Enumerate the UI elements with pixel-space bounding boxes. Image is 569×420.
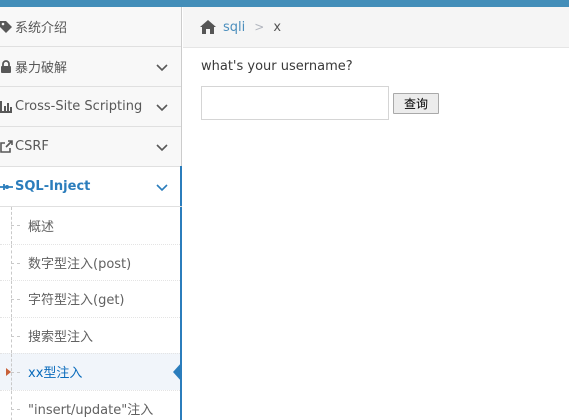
submenu-item-search[interactable]: 搜索型注入 bbox=[0, 316, 180, 354]
home-icon[interactable] bbox=[199, 19, 217, 35]
sidebar-item-sql-inject[interactable]: SQL-Inject bbox=[0, 166, 182, 207]
query-button[interactable]: 查询 bbox=[393, 93, 439, 114]
active-pointer-icon bbox=[173, 362, 182, 382]
chevron-down-icon bbox=[156, 184, 168, 192]
sidebar: 系统介绍 暴力破解 Cross-Site Scripting CSRF SQL-… bbox=[0, 7, 182, 420]
sidebar-item-intro[interactable]: 系统介绍 bbox=[0, 7, 181, 47]
sidebar-item-xss[interactable]: Cross-Site Scripting bbox=[0, 87, 181, 127]
caret-right-icon bbox=[6, 368, 11, 376]
breadcrumb: sqli > x bbox=[183, 7, 569, 48]
submenu-item-label: 搜索型注入 bbox=[28, 329, 94, 345]
breadcrumb-separator: > bbox=[254, 20, 265, 34]
lock-icon bbox=[0, 59, 13, 74]
bar-chart-icon bbox=[0, 100, 13, 114]
sidebar-item-label: CSRF bbox=[15, 139, 49, 154]
submenu-item-string-get[interactable]: 字符型注入(get) bbox=[0, 280, 180, 317]
sidebar-item-csrf[interactable]: CSRF bbox=[0, 127, 181, 167]
submenu-item-label: 字符型注入(get) bbox=[28, 293, 125, 309]
top-navbar bbox=[0, 0, 569, 7]
submenu-item-label: "insert/update"注入 bbox=[28, 402, 154, 418]
sidebar-item-label: 系统介绍 bbox=[15, 21, 68, 36]
main-content: what's your username? 查询 bbox=[183, 49, 569, 420]
submenu-item-overview[interactable]: 概述 bbox=[0, 207, 180, 244]
submenu-item-label: xx型注入 bbox=[28, 366, 83, 382]
chevron-down-icon bbox=[156, 144, 168, 152]
sql-inject-submenu: 概述 数字型注入(post) 字符型注入(get) 搜索型注入 xx型注入 "i… bbox=[0, 207, 182, 420]
chevron-down-icon bbox=[156, 64, 168, 72]
submenu-item-label: 概述 bbox=[28, 219, 55, 235]
sidebar-item-label: Cross-Site Scripting bbox=[15, 99, 143, 114]
sidebar-item-label: SQL-Inject bbox=[15, 179, 91, 194]
submenu-item-numeric-post[interactable]: 数字型注入(post) bbox=[0, 243, 180, 281]
crosshair-icon bbox=[0, 180, 13, 194]
external-link-icon bbox=[0, 139, 13, 154]
username-prompt: what's your username? bbox=[201, 59, 353, 74]
submenu-item-label: 数字型注入(post) bbox=[28, 256, 132, 272]
sidebar-item-label: 暴力破解 bbox=[15, 61, 68, 76]
submenu-item-insert-update[interactable]: "insert/update"注入 bbox=[0, 389, 180, 420]
sidebar-item-brute-force[interactable]: 暴力破解 bbox=[0, 47, 181, 87]
chevron-down-icon bbox=[156, 104, 168, 112]
username-input[interactable] bbox=[201, 86, 389, 120]
tag-icon bbox=[0, 20, 13, 34]
breadcrumb-current: x bbox=[273, 19, 282, 35]
breadcrumb-link-sqli[interactable]: sqli bbox=[223, 20, 245, 35]
submenu-item-xx[interactable]: xx型注入 bbox=[0, 353, 182, 390]
